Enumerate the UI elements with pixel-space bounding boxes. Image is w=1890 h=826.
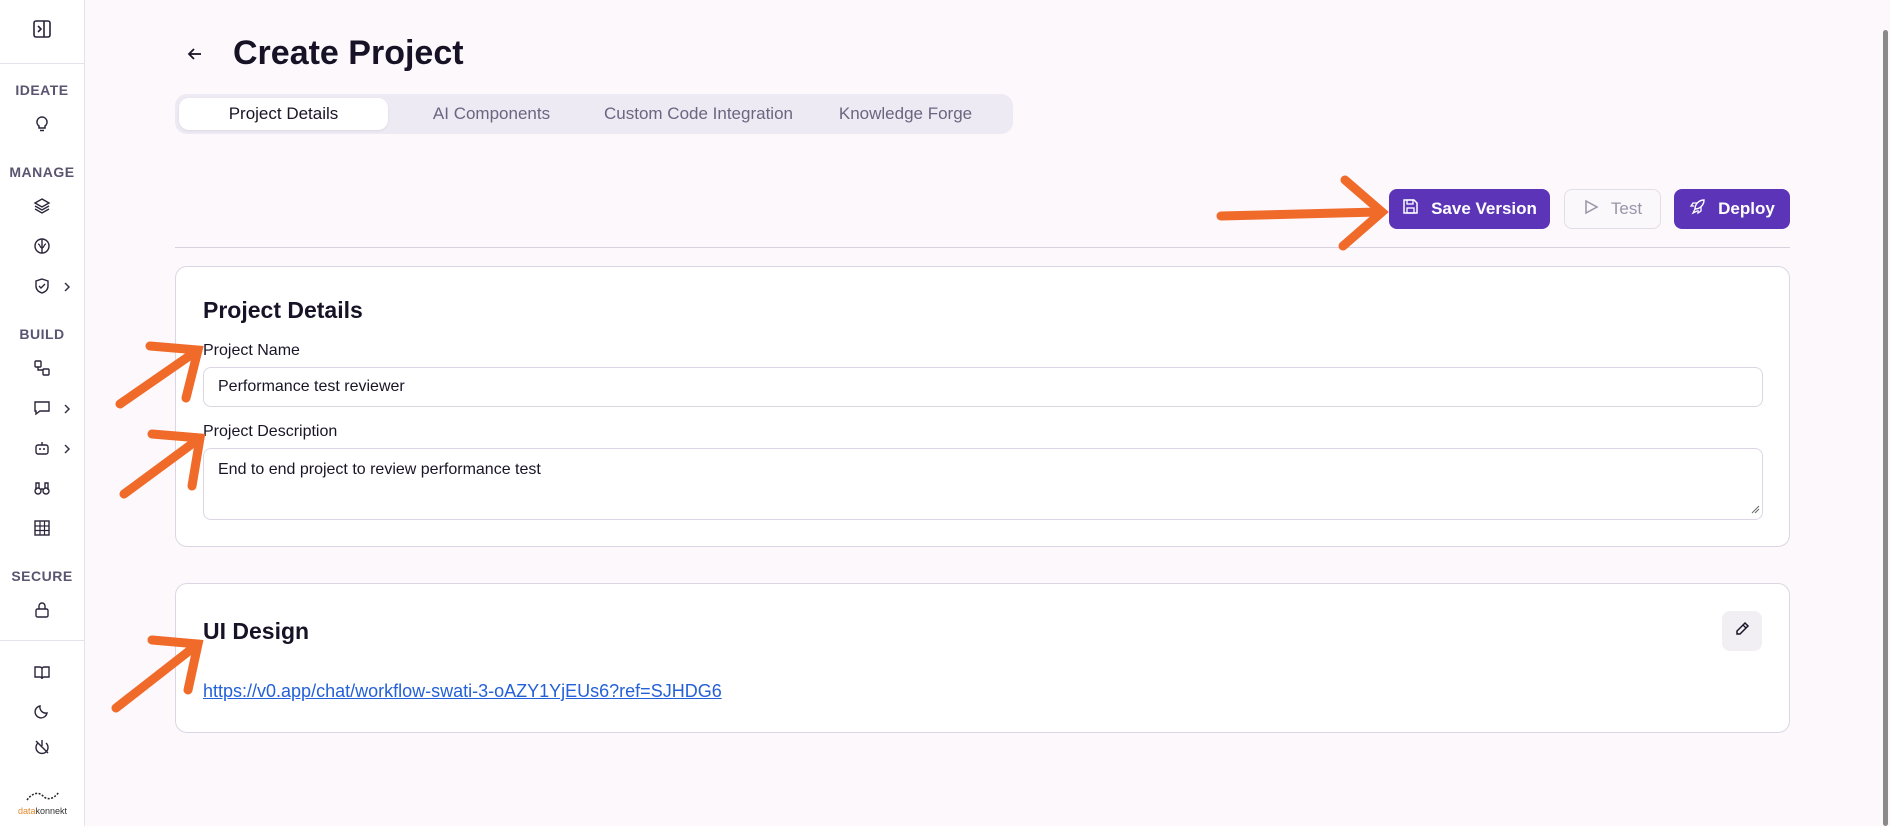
annotation-arrow-save [1216, 207, 1383, 221]
bot-icon [33, 439, 51, 462]
sidebar-item-theme[interactable] [0, 695, 84, 731]
project-name-input[interactable]: Performance test reviewer [203, 367, 1763, 407]
power-off-icon [33, 738, 51, 761]
save-version-button[interactable]: Save Version [1389, 189, 1550, 229]
lock-icon [33, 601, 51, 624]
binoculars-icon [33, 479, 51, 502]
sidebar-header [0, 0, 84, 64]
layers-icon [33, 197, 51, 220]
save-icon [1402, 198, 1419, 220]
tab-project-details[interactable]: Project Details [179, 98, 388, 130]
moon-icon [33, 702, 51, 725]
save-version-label: Save Version [1431, 199, 1537, 218]
deploy-label: Deploy [1718, 199, 1775, 218]
brand-logo-prefix: data [17, 806, 36, 816]
tab-custom-code-integration[interactable]: Custom Code Integration [595, 98, 802, 130]
play-icon [1583, 199, 1599, 220]
sidebar-item-brain[interactable] [0, 228, 84, 268]
tab-ai-components[interactable]: AI Components [388, 98, 595, 130]
workflow-icon [33, 359, 51, 382]
chat-icon [33, 399, 51, 422]
brand-logo-suffix: konnekt [35, 806, 68, 816]
chevron-right-icon [62, 401, 72, 419]
ui-design-title: UI Design [203, 618, 310, 644]
sidebar-section-build: BUILD [19, 326, 65, 342]
grid-icon [33, 519, 51, 542]
sidebar-section-ideate: IDEATE [15, 82, 69, 98]
project-name-label: Project Name [203, 342, 300, 359]
sidebar-item-docs[interactable] [0, 655, 84, 695]
sidebar-item-chat[interactable] [0, 390, 84, 430]
sidebar-section-manage: MANAGE [9, 164, 75, 180]
project-details-title: Project Details [203, 297, 363, 323]
sidebar-item-lock[interactable] [0, 592, 84, 632]
tab-knowledge-forge[interactable]: Knowledge Forge [802, 98, 1009, 130]
arrow-left-icon [187, 46, 203, 67]
resize-handle-icon[interactable] [1750, 504, 1760, 517]
project-description-value: End to end project to review performance… [218, 461, 541, 478]
lightbulb-icon [33, 115, 51, 138]
brain-icon [33, 237, 51, 260]
header-divider [175, 247, 1790, 248]
ui-design-link[interactable]: https://v0.app/chat/workflow-swati-3-oAZ… [203, 681, 722, 702]
book-icon [33, 664, 51, 687]
project-details-card: Project Details Project Name Performance… [175, 266, 1790, 547]
annotation-arrow-save-head [1338, 175, 1389, 251]
sidebar-item-shield[interactable] [0, 268, 84, 308]
chevron-right-icon [62, 279, 72, 297]
sidebar-section-secure: SECURE [11, 568, 73, 584]
sidebar-toggle-icon[interactable] [32, 19, 52, 44]
edit-ui-design-button[interactable] [1722, 611, 1762, 651]
ui-design-card: UI Design https://v0.app/chat/workflow-s… [175, 583, 1790, 733]
sidebar-item-binoculars[interactable] [0, 470, 84, 510]
deploy-button[interactable]: Deploy [1674, 189, 1790, 229]
sidebar-divider [0, 640, 84, 641]
sidebar-item-bot[interactable] [0, 430, 84, 470]
test-label: Test [1610, 199, 1643, 218]
sidebar-item-workflow[interactable] [0, 350, 84, 390]
tab-bar: Project Details AI Components Custom Cod… [175, 94, 1013, 134]
brand-logo: datakonnekt [0, 790, 85, 816]
pencil-icon [1734, 621, 1750, 642]
sidebar-item-table[interactable] [0, 510, 84, 550]
sidebar-item-layers[interactable] [0, 188, 84, 228]
project-description-textarea[interactable]: End to end project to review performance… [203, 448, 1763, 520]
project-description-label: Project Description [203, 423, 338, 440]
page-scrollbar[interactable] [1883, 30, 1888, 826]
rocket-icon [1689, 198, 1706, 220]
shield-check-icon [33, 277, 51, 300]
sidebar-item-ideas[interactable] [0, 106, 84, 146]
sidebar-item-logout[interactable] [0, 731, 84, 767]
chevron-right-icon [62, 441, 72, 459]
page-title: Create Project [233, 34, 464, 72]
logo-mark-icon [25, 791, 60, 801]
back-button[interactable] [183, 44, 207, 68]
test-button[interactable]: Test [1564, 189, 1661, 229]
sidebar: IDEATE MANAGE BUILD SECURE datakonnekt [0, 0, 85, 826]
